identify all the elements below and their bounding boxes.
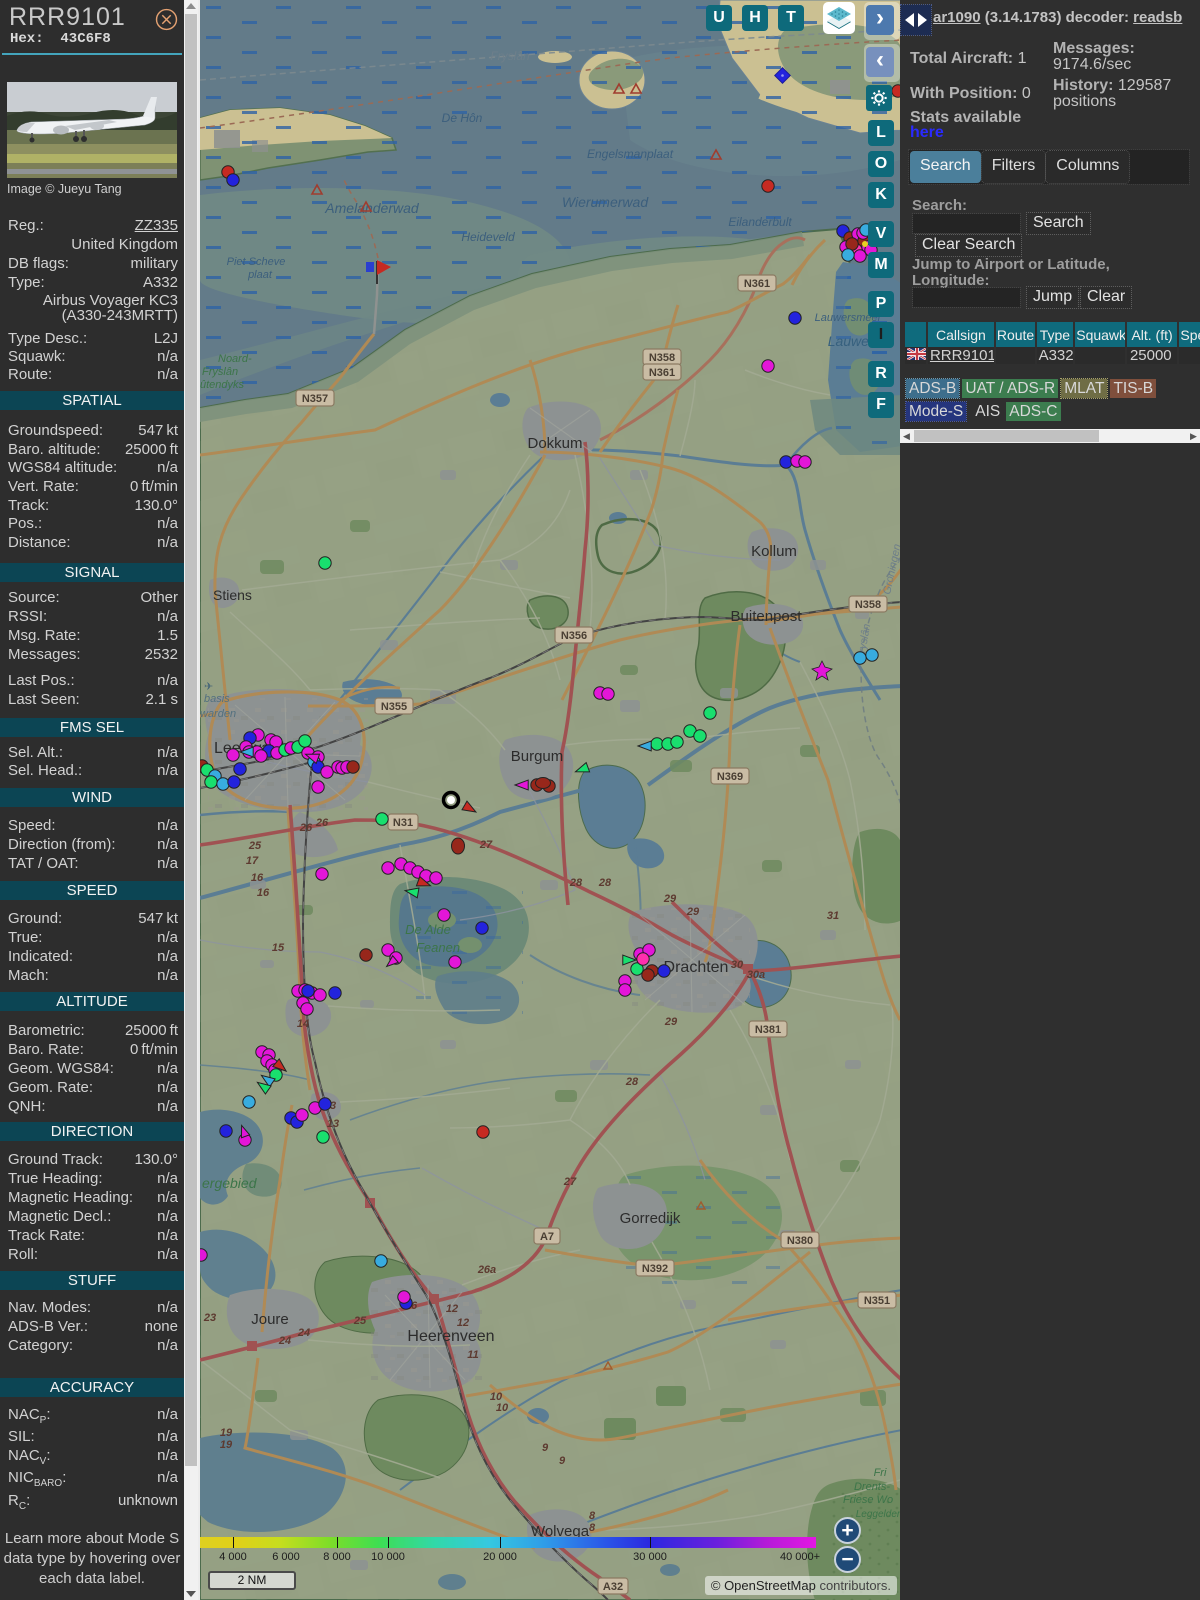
svg-text:warden: warden [200, 708, 236, 720]
svg-text:28: 28 [569, 877, 583, 889]
svg-text:N392: N392 [642, 1263, 668, 1275]
svg-text:ergebied: ergebied [202, 1175, 258, 1191]
svg-text:Eilanderbult: Eilanderbult [728, 215, 792, 229]
svg-text:Leggelder: Leggelder [856, 1509, 900, 1520]
svg-text:Joure: Joure [251, 1311, 289, 1328]
svg-text:Stiens: Stiens [213, 587, 252, 603]
svg-text:N355: N355 [381, 701, 407, 713]
svg-text:26: 26 [299, 822, 313, 834]
svg-text:8: 8 [589, 1510, 596, 1522]
svg-text:28: 28 [598, 877, 612, 889]
svg-text:Buitenpost: Buitenpost [731, 608, 803, 625]
svg-text:Dokkum: Dokkum [527, 435, 582, 452]
svg-text:12: 12 [457, 1317, 469, 1329]
svg-text:11: 11 [467, 1349, 478, 1361]
svg-text:Kollum: Kollum [751, 543, 797, 560]
svg-text:N358: N358 [855, 599, 881, 611]
svg-text:De Alde: De Alde [405, 922, 451, 937]
svg-text:N357: N357 [302, 393, 328, 405]
svg-text:N356: N356 [561, 630, 587, 642]
svg-text:27: 27 [563, 1176, 577, 1188]
svg-text:Heideveld: Heideveld [461, 230, 515, 244]
svg-text:19: 19 [220, 1439, 233, 1451]
svg-text:Drents-: Drents- [854, 1481, 890, 1493]
svg-text:Fryslân: Fryslân [490, 49, 530, 63]
svg-text:10: 10 [496, 1402, 509, 1414]
svg-text:31: 31 [827, 910, 839, 922]
svg-text:29: 29 [664, 1016, 678, 1028]
svg-text:28: 28 [625, 1076, 639, 1088]
svg-text:N381: N381 [755, 1024, 781, 1036]
svg-text:17: 17 [246, 855, 259, 867]
svg-text:14: 14 [297, 1018, 309, 1030]
svg-text:Wierumerwad: Wierumerwad [562, 194, 649, 210]
svg-text:29: 29 [663, 893, 677, 905]
svg-text:27: 27 [479, 839, 493, 851]
svg-text:Feanen: Feanen [416, 940, 460, 955]
svg-text:N358: N358 [649, 352, 675, 364]
svg-text:basis: basis [204, 693, 230, 705]
svg-text:De Hôn: De Hôn [442, 111, 483, 125]
svg-text:N369: N369 [717, 771, 743, 783]
svg-text:30: 30 [731, 959, 744, 971]
svg-text:Gorredijk: Gorredijk [620, 1210, 681, 1227]
svg-text:29: 29 [686, 906, 700, 918]
svg-text:Piet Scheve: Piet Scheve [227, 256, 286, 268]
svg-text:Burgum: Burgum [511, 748, 564, 765]
svg-text:Engelsmanplaat: Engelsmanplaat [587, 147, 674, 161]
svg-text:Fri: Fri [874, 1467, 887, 1479]
svg-text:26: 26 [315, 817, 329, 829]
svg-text:25: 25 [248, 840, 262, 852]
svg-text:✈: ✈ [204, 681, 213, 693]
svg-text:30a: 30a [747, 969, 765, 981]
svg-text:N31: N31 [393, 817, 413, 829]
svg-text:Friese Wo: Friese Wo [843, 1494, 893, 1506]
svg-text:Noard-: Noard- [218, 353, 252, 365]
svg-text:N361: N361 [649, 367, 675, 379]
svg-text:16: 16 [251, 872, 264, 884]
svg-text:Heerenveen: Heerenveen [407, 1328, 494, 1345]
svg-text:N361: N361 [744, 278, 770, 290]
svg-text:9: 9 [559, 1455, 566, 1467]
svg-text:12: 12 [446, 1303, 458, 1315]
svg-text:plaat: plaat [247, 269, 273, 281]
svg-text:15: 15 [272, 942, 285, 954]
svg-text:19: 19 [220, 1427, 233, 1439]
svg-text:24: 24 [278, 1335, 291, 1347]
svg-text:Amelanderwad: Amelanderwad [324, 200, 420, 216]
svg-text:16: 16 [257, 887, 270, 899]
svg-text:N351: N351 [864, 1295, 890, 1307]
svg-text:23: 23 [203, 1312, 216, 1324]
svg-text:A32: A32 [603, 1581, 623, 1593]
svg-text:Drachten: Drachten [664, 959, 729, 976]
svg-text:9: 9 [542, 1442, 549, 1454]
svg-text:24: 24 [297, 1327, 310, 1339]
svg-text:A7: A7 [540, 1231, 554, 1243]
svg-text:26a: 26a [477, 1264, 496, 1276]
svg-text:N380: N380 [787, 1235, 813, 1247]
svg-text:ûtendyks: ûtendyks [200, 379, 245, 391]
svg-text:25: 25 [353, 1315, 367, 1327]
svg-text:Fryslân: Fryslân [202, 366, 238, 378]
svg-text:8: 8 [589, 1522, 596, 1534]
svg-text:13: 13 [327, 1118, 339, 1130]
